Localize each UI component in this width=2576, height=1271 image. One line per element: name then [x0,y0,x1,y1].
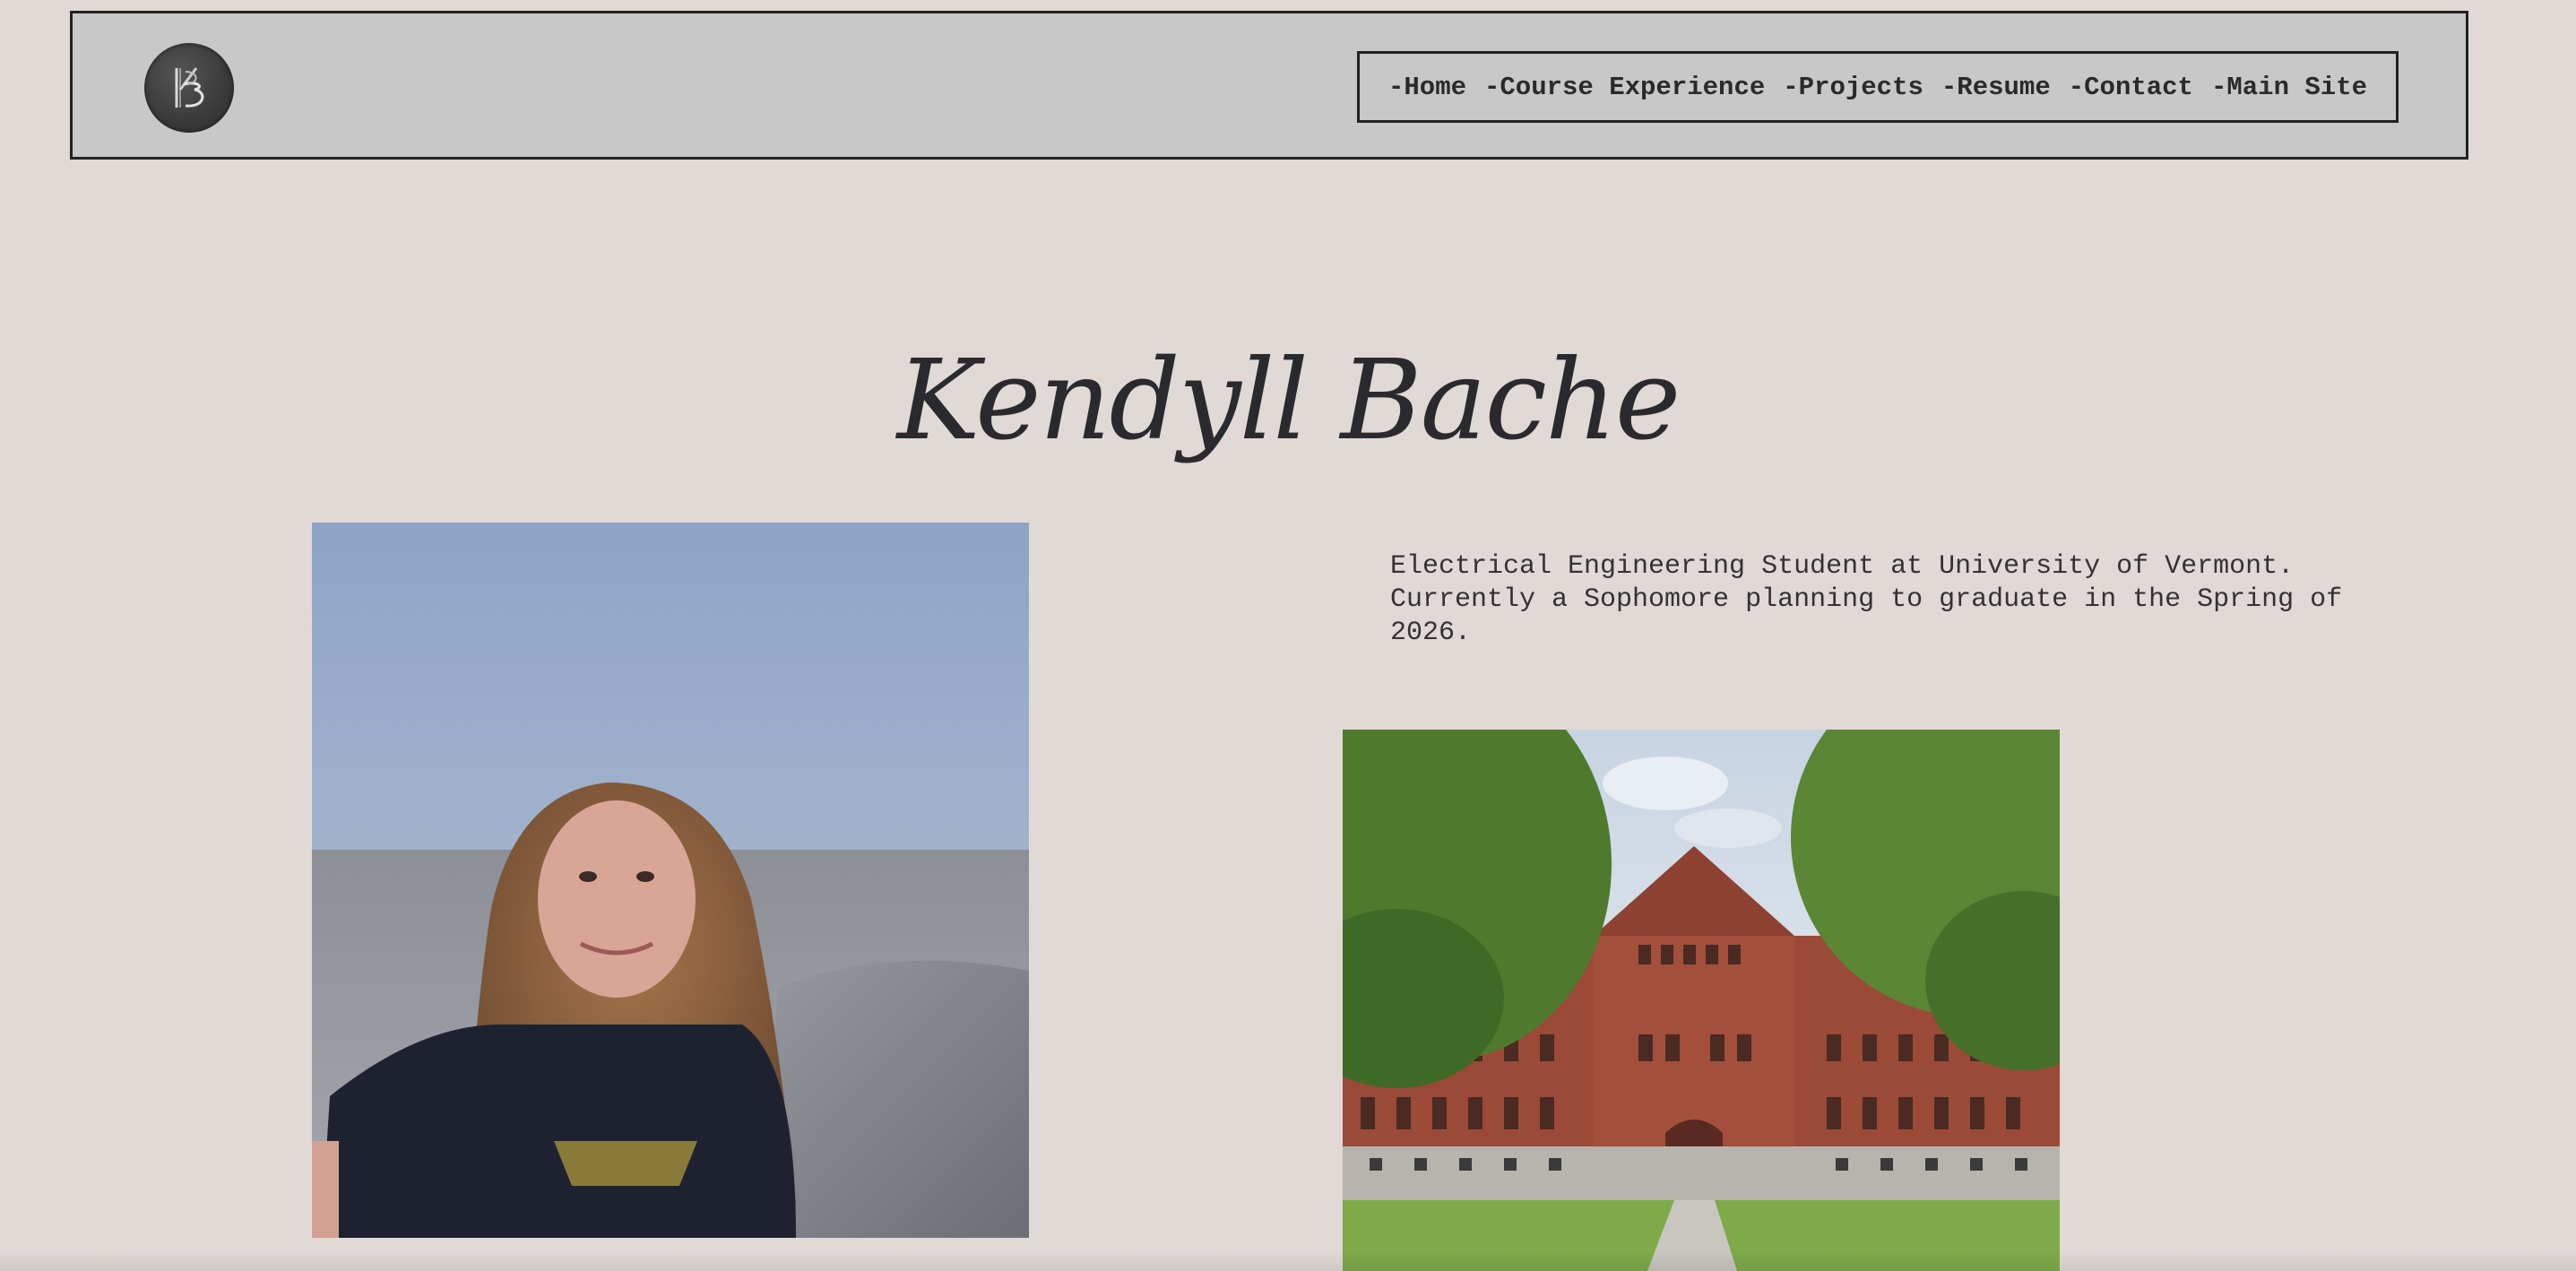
nav-resume-link[interactable]: -Resume [1941,73,2051,102]
nav-contact-link[interactable]: -Contact [2069,73,2193,102]
nav-course-experience-link[interactable]: -Course Experience [1484,73,1765,102]
page-bottom-shadow [0,1249,2576,1271]
nav-projects-link[interactable]: -Projects [1783,73,1923,102]
kb-monogram-icon [175,67,204,108]
logo-kb-icon[interactable] [144,43,234,133]
nav-home-link[interactable]: -Home [1388,73,1466,102]
nav-main-site-link[interactable]: -Main Site [2211,73,2367,102]
site-header: -Home -Course Experience -Projects -Resu… [70,11,2468,160]
intro-description: Electrical Engineering Student at Univer… [1390,551,2343,648]
university-building-photo [1343,730,2060,1271]
portrait-photo [312,523,1029,1238]
main-navigation: -Home -Course Experience -Projects -Resu… [1357,51,2399,123]
page-title: Kendyll Bache [896,336,1681,466]
